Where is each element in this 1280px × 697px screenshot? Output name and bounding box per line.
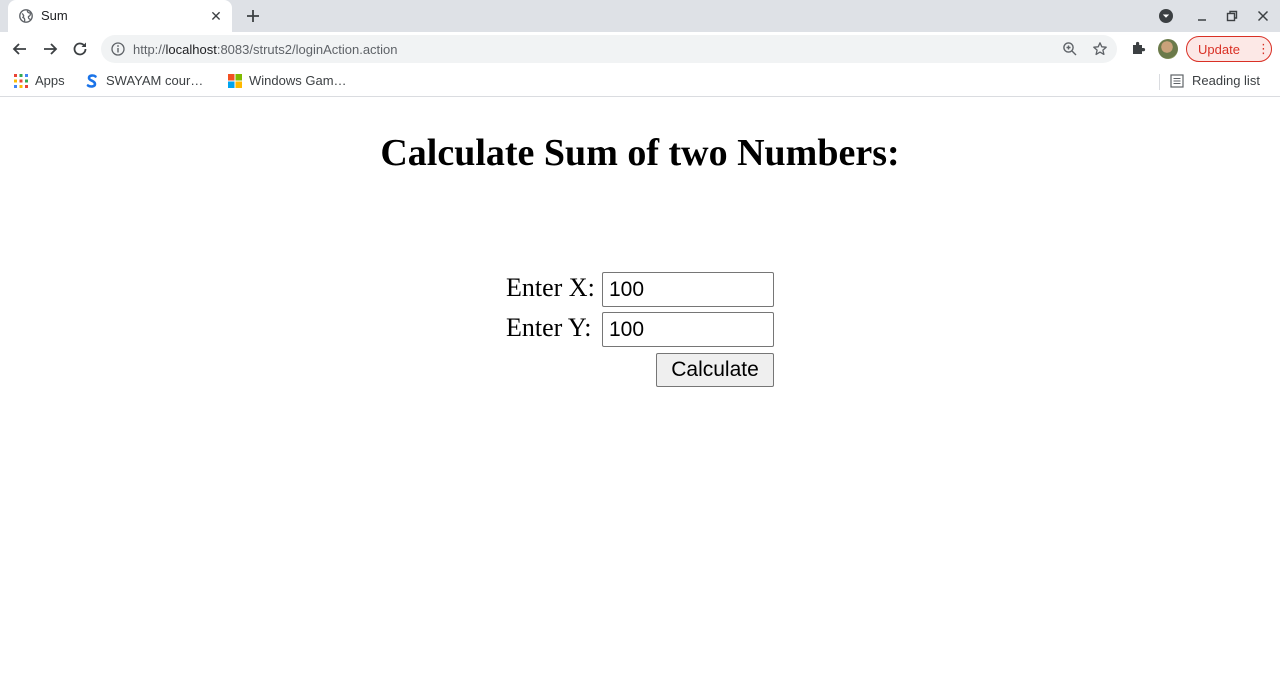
tab-sum[interactable]: Sum ✕ <box>8 0 232 32</box>
page-title: Calculate Sum of two Numbers: <box>380 132 900 174</box>
more-menu-icon: ⋮ <box>1257 41 1270 56</box>
info-icon[interactable] <box>111 42 125 56</box>
star-icon[interactable] <box>1092 41 1108 57</box>
bookmark-windows-games-label: Windows Gam… <box>249 73 347 88</box>
back-arrow-icon[interactable] <box>10 39 30 59</box>
zoom-icon[interactable] <box>1062 41 1078 57</box>
page-content: Calculate Sum of two Numbers: Enter X: E… <box>0 97 1280 697</box>
url-path: :8083/struts2/loginAction.action <box>216 42 398 57</box>
swayam-icon <box>86 74 97 88</box>
tab-search-icon[interactable] <box>1158 8 1174 24</box>
url-text[interactable]: http://localhost:8083/struts2/loginActio… <box>133 42 398 57</box>
apps-grid-icon <box>14 74 28 88</box>
close-window-icon[interactable] <box>1255 8 1271 24</box>
forward-arrow-icon[interactable] <box>40 39 60 59</box>
reading-list-icon <box>1170 74 1184 88</box>
restore-icon[interactable] <box>1224 8 1240 24</box>
x-input[interactable] <box>602 272 774 307</box>
plus-icon[interactable] <box>242 5 264 27</box>
bookmark-apps-label: Apps <box>35 73 65 88</box>
globe-icon <box>19 9 33 23</box>
address-bar[interactable]: http://localhost:8083/struts2/loginActio… <box>101 35 1117 63</box>
update-button-label: Update <box>1198 42 1240 57</box>
extensions-puzzle-icon[interactable] <box>1130 40 1147 57</box>
tab-strip: Sum ✕ <box>0 0 1280 32</box>
reload-icon[interactable] <box>70 39 90 59</box>
bookmarks-bar: Apps SWAYAM cour… Windows Gam… Reading l… <box>0 66 1280 97</box>
bookmarks-divider <box>1159 74 1160 90</box>
update-button[interactable]: Update ⋮ <box>1186 36 1272 62</box>
profile-avatar[interactable] <box>1158 39 1178 59</box>
reading-list-label: Reading list <box>1192 73 1260 88</box>
tab-close-icon[interactable]: ✕ <box>207 7 225 25</box>
url-host: localhost <box>165 42 217 57</box>
bookmark-swayam-label: SWAYAM cour… <box>106 73 204 88</box>
calculate-button[interactable]: Calculate <box>656 353 774 387</box>
minimize-icon[interactable] <box>1194 8 1210 24</box>
tab-title: Sum <box>41 8 68 23</box>
browser-toolbar: http://localhost:8083/struts2/loginActio… <box>0 32 1280 66</box>
x-label: Enter X: <box>506 273 595 302</box>
windows-logo-icon <box>228 74 242 88</box>
y-input[interactable] <box>602 312 774 347</box>
y-label: Enter Y: <box>506 313 592 342</box>
url-scheme: http:// <box>133 42 166 57</box>
